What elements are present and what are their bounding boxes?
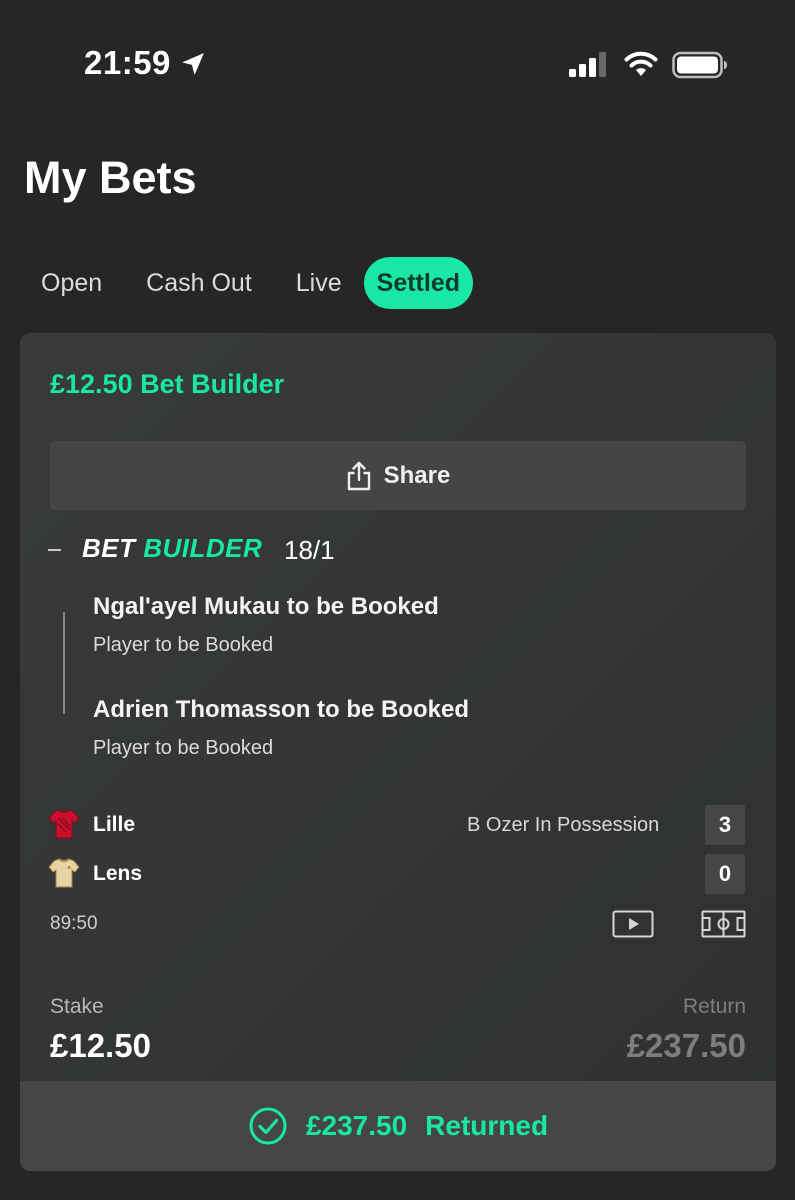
battery-icon	[672, 51, 727, 79]
bet-title: £12.50 Bet Builder	[50, 369, 285, 399]
stake-value: £12.50	[50, 1027, 151, 1064]
bet-card: £12.50 Bet Builder Share BET BUILDER 18/…	[20, 333, 776, 1171]
share-button[interactable]: Share	[50, 441, 746, 510]
pitch-icon[interactable]	[701, 910, 746, 938]
bet-builder-word-builder: BUILDER	[143, 533, 263, 563]
page-title: My Bets	[24, 152, 197, 203]
return-label: Return	[682, 995, 746, 1018]
bet-odds: 18/1	[284, 535, 335, 565]
collapse-icon[interactable]	[47, 534, 63, 566]
bet-builder-word-bet: BET	[82, 533, 136, 563]
tab-live[interactable]: Live	[274, 257, 364, 309]
tab-open[interactable]: Open	[24, 257, 124, 309]
home-score: 3	[705, 805, 745, 845]
away-team-name: Lens	[93, 862, 143, 885]
returned-banner: £237.50 Returned	[20, 1081, 776, 1171]
returned-amount: £237.50	[305, 1110, 408, 1141]
leg-market-1: Player to be Booked	[93, 634, 274, 656]
match-clock: 89:50	[50, 913, 98, 934]
away-score: 0	[705, 854, 745, 894]
status-time: 21:59	[84, 44, 171, 81]
tab-settled[interactable]: Settled	[363, 257, 474, 309]
returned-label: Returned	[425, 1110, 549, 1141]
signal-icon	[569, 52, 606, 77]
bet-tabs: Open Cash Out Live Settled	[24, 257, 474, 309]
leg-market-2: Player to be Booked	[93, 737, 274, 759]
home-team-name: Lille	[93, 813, 136, 836]
bet-builder-logo: BET BUILDER	[82, 533, 262, 564]
legs-connector	[63, 612, 65, 714]
tab-cash-out[interactable]: Cash Out	[124, 257, 274, 309]
stake-label: Stake	[50, 995, 104, 1018]
share-icon	[347, 461, 370, 490]
lille-shirt-icon	[48, 809, 80, 839]
video-icon[interactable]	[612, 910, 654, 938]
possession-status: B Ozer In Possession	[467, 814, 660, 836]
wifi-icon	[624, 51, 658, 76]
leg-title-2: Adrien Thomasson to be Booked	[93, 696, 470, 723]
lens-shirt-icon	[48, 858, 80, 888]
leg-title-1: Ngal'ayel Mukau to be Booked	[93, 593, 439, 620]
check-circle-icon	[249, 1107, 287, 1145]
return-value: £237.50	[626, 1027, 746, 1064]
location-arrow-icon	[182, 53, 204, 75]
share-label: Share	[383, 461, 451, 489]
